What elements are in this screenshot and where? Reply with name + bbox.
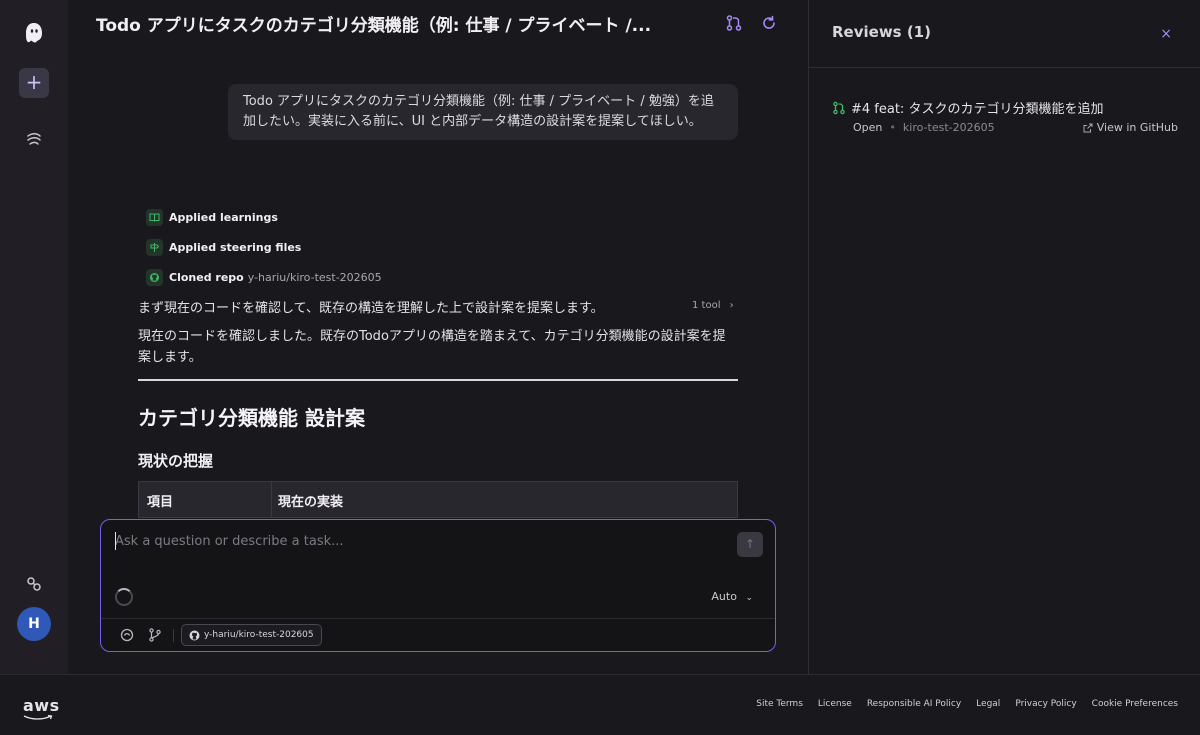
view-in-github-link[interactable]: View in GitHub	[1083, 121, 1178, 134]
chevron-right-icon: ›	[729, 300, 734, 311]
aws-smile-icon	[23, 715, 53, 720]
task-title: Todo アプリにタスクのカテゴリ分類機能（例: 仕事 / プライベート /..…	[96, 16, 652, 36]
step-label: Applied learnings	[169, 210, 278, 224]
table-header-cell: 項目	[139, 482, 272, 517]
pr-status: Open	[853, 121, 883, 134]
tool-count: 1 tool	[692, 300, 721, 311]
send-button[interactable]: ↑	[737, 532, 763, 557]
footer-link-privacy[interactable]: Privacy Policy	[1015, 699, 1076, 709]
footer-links: Site Terms License Responsible AI Policy…	[756, 699, 1178, 709]
text-caret	[115, 532, 116, 550]
new-task-button[interactable]: +	[19, 68, 49, 98]
assistant-paragraph-1: まず現在のコードを確認して、既存の構造を理解した上で設計案を提案します。	[138, 301, 604, 316]
steering-icon[interactable]	[24, 130, 44, 150]
reviews-panel: Reviews (1) × #4 feat: タスクのカテゴリ分類機能を追加 O…	[808, 0, 1200, 674]
separator-dot: •	[889, 121, 896, 134]
repo-selector[interactable]: y-hariu/kiro-test-202605	[181, 624, 322, 646]
footer-link-site-terms[interactable]: Site Terms	[756, 699, 803, 709]
section-heading: カテゴリ分類機能 設計案	[138, 406, 365, 430]
close-icon[interactable]: ×	[1160, 26, 1172, 42]
mode-selector[interactable]: Auto ⌄	[711, 590, 753, 603]
book-icon	[146, 208, 163, 226]
pull-request-icon	[833, 101, 845, 114]
chat-input[interactable]: Ask a question or describe a task...	[115, 534, 344, 549]
chat-divider	[101, 618, 775, 619]
left-rail: + H	[0, 0, 68, 674]
signpost-icon	[146, 238, 163, 256]
footer-link-license[interactable]: License	[818, 699, 852, 709]
assistant-paragraph-2: 現在のコードを確認しました。既存のTodoアプリの構造を踏まえて、カテゴリ分類機…	[138, 329, 726, 365]
pull-request-item[interactable]: #4 feat: タスクのカテゴリ分類機能を追加	[832, 98, 1103, 117]
step-applied-learnings[interactable]: Applied learnings	[146, 207, 278, 227]
chat-input-box: Ask a question or describe a task... ↑ A…	[100, 519, 776, 652]
footer: aws Site Terms License Responsible AI Po…	[0, 674, 1200, 735]
table-header-row: 項目 現在の実装	[138, 481, 738, 518]
chevron-down-icon: ⌄	[745, 593, 753, 603]
github-icon	[189, 630, 200, 640]
footer-link-responsible-ai[interactable]: Responsible AI Policy	[867, 699, 961, 709]
step-applied-steering[interactable]: Applied steering files	[146, 237, 301, 257]
kiro-ghost-logo-icon[interactable]	[24, 22, 44, 44]
attach-context-icon[interactable]	[119, 627, 135, 643]
mode-label: Auto	[711, 590, 737, 603]
github-icon	[146, 268, 163, 286]
refresh-icon[interactable]	[760, 14, 778, 32]
integrations-icon[interactable]	[24, 574, 44, 594]
divider	[138, 379, 738, 381]
footer-link-cookies[interactable]: Cookie Preferences	[1092, 699, 1178, 709]
pr-branch: kiro-test-202605	[902, 121, 995, 134]
loading-spinner-icon	[115, 588, 133, 606]
user-avatar[interactable]: H	[17, 607, 51, 641]
aws-logo-text: aws	[23, 696, 60, 715]
user-message: Todo アプリにタスクのカテゴリ分類機能（例: 仕事 / プライベート / 勉…	[228, 84, 738, 140]
subsection-heading: 現状の把握	[138, 452, 214, 470]
view-in-github-label: View in GitHub	[1096, 121, 1178, 134]
git-branch-icon[interactable]	[147, 627, 163, 643]
tool-count-toggle[interactable]: 1 tool ›	[692, 300, 734, 311]
table-header-cell: 現在の実装	[278, 495, 344, 510]
aws-logo[interactable]: aws	[23, 696, 60, 720]
arrow-up-icon: ↑	[744, 537, 756, 551]
repo-chip-label: y-hariu/kiro-test-202605	[204, 630, 314, 640]
reviews-title: Reviews (1)	[832, 23, 931, 41]
toolbar-separator	[173, 629, 174, 642]
repo-name: y-hariu/kiro-test-202605	[247, 270, 382, 284]
footer-link-legal[interactable]: Legal	[976, 699, 1000, 709]
pull-request-icon[interactable]	[725, 14, 743, 32]
step-label: Cloned repo	[169, 270, 244, 284]
pr-title-text: #4 feat: タスクのカテゴリ分類機能を追加	[851, 102, 1104, 117]
pr-meta: Open • kiro-test-202605	[853, 121, 995, 134]
external-link-icon	[1083, 123, 1093, 132]
step-cloned-repo[interactable]: Cloned repo y-hariu/kiro-test-202605	[146, 267, 382, 287]
step-label: Applied steering files	[169, 240, 302, 254]
reviews-header: Reviews (1) ×	[809, 0, 1200, 68]
